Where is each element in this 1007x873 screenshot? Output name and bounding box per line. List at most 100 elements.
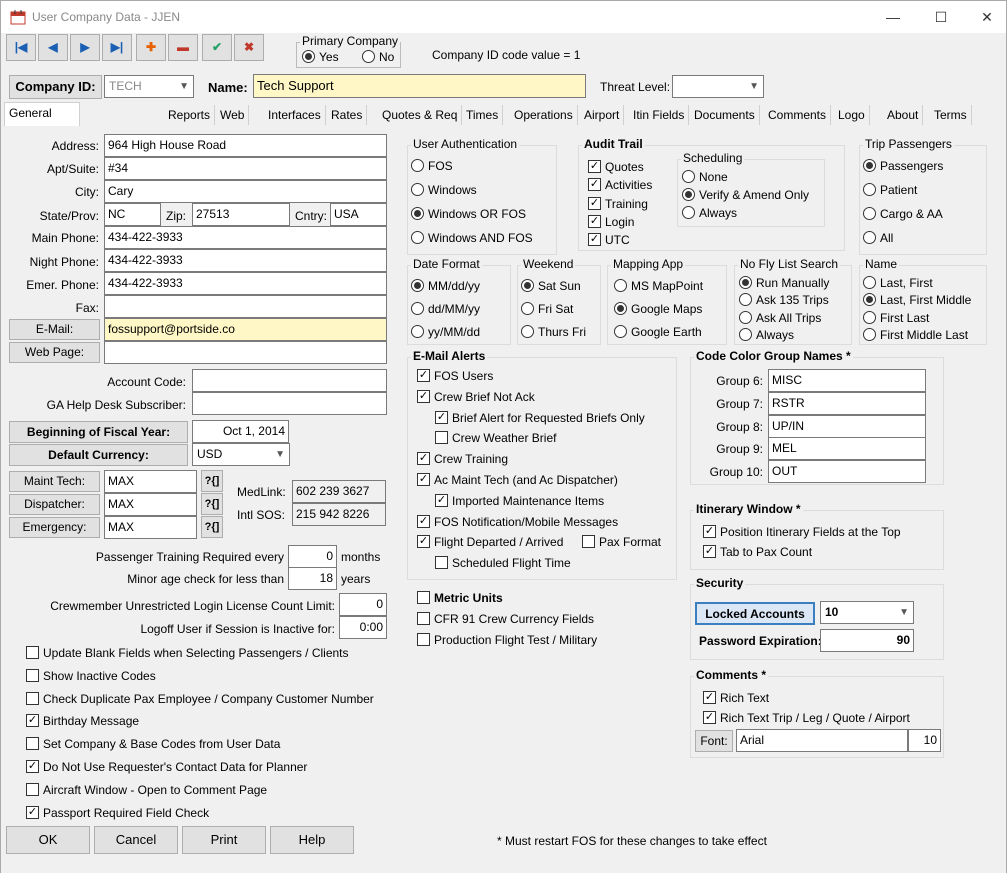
date-format-radio-dd-mm-yy[interactable]: dd/MM/yy <box>411 301 480 317</box>
tab-general[interactable]: General <box>4 102 80 126</box>
trip-pax-radio-patient[interactable]: Patient <box>863 182 917 198</box>
option-check-duplicate-pax-employee-company-customer-number[interactable]: Check Duplicate Pax Employee / Company C… <box>26 691 374 707</box>
trip-pax-radio-all[interactable]: All <box>863 230 893 246</box>
locked-accounts-select[interactable]: 10 ▼ <box>820 601 914 624</box>
comments-rich-text-trip-leg-quote-airport[interactable]: ✓ Rich Text Trip / Leg / Quote / Airport <box>703 710 910 726</box>
tab-about[interactable]: About <box>883 105 924 125</box>
tab-terms[interactable]: Terms <box>930 105 972 125</box>
next-record-button[interactable]: ▶ <box>70 34 100 61</box>
currency-select[interactable]: USD ▼ <box>192 443 290 466</box>
weekend-radio-fri-sat[interactable]: Fri Sat <box>521 301 573 317</box>
scheduling-radio-always[interactable]: Always <box>682 205 737 221</box>
dispatcher-input[interactable]: MAX <box>104 493 197 516</box>
state-input[interactable]: NC <box>104 203 161 226</box>
maint-tech-button[interactable]: Maint Tech: <box>9 471 100 492</box>
company-id-button[interactable]: Company ID: <box>9 75 102 99</box>
alert-flight-departed-arrived[interactable]: ✓ Flight Departed / Arrived <box>417 534 563 550</box>
option-do-not-use-requester-s-contact-data-for-planner[interactable]: ✓ Do Not Use Requester's Contact Data for… <box>26 759 307 775</box>
alert-crew-training[interactable]: ✓ Crew Training <box>417 451 508 467</box>
alert-pax-format[interactable]: Pax Format <box>582 534 661 550</box>
print-button[interactable]: Print <box>182 826 266 854</box>
date-format-radio-mm-dd-yy[interactable]: MM/dd/yy <box>411 278 480 294</box>
mapping-radio-ms-mappoint[interactable]: MS MapPoint <box>614 278 703 294</box>
option-cfr-91-crew-currency-fields[interactable]: CFR 91 Crew Currency Fields <box>417 611 594 627</box>
font-button[interactable]: Font: <box>695 730 733 752</box>
ok-button[interactable]: OK <box>6 826 90 854</box>
main-phone-input[interactable]: 434-422-3933 <box>104 226 387 249</box>
option-metric-units[interactable]: Metric Units <box>417 590 503 606</box>
password-expiration-input[interactable]: 90 <box>820 629 914 652</box>
address-input[interactable]: 964 High House Road <box>104 134 387 157</box>
name-format-radio-first-last[interactable]: First Last <box>863 310 929 326</box>
delete-record-button[interactable]: ▬ <box>168 34 198 61</box>
web-page-button[interactable]: Web Page: <box>9 342 100 363</box>
prev-record-button[interactable]: ◀ <box>38 34 68 61</box>
color-group-input[interactable]: MEL <box>768 437 926 461</box>
ga-help-desk-input[interactable] <box>192 392 387 415</box>
audit-training[interactable]: ✓ Training <box>588 196 648 212</box>
fiscal-year-input[interactable]: Oct 1, 2014 <box>192 420 289 443</box>
trip-pax-radio-cargo-aa[interactable]: Cargo & AA <box>863 206 943 222</box>
name-format-radio-last-first[interactable]: Last, First <box>863 275 933 291</box>
audit-activities[interactable]: ✓ Activities <box>588 177 652 193</box>
audit-login[interactable]: ✓ Login <box>588 214 634 230</box>
apt-input[interactable]: #34 <box>104 157 387 180</box>
email-input[interactable]: fossupport@portside.co <box>104 318 387 341</box>
license-count-input[interactable]: 0 <box>339 593 387 616</box>
option-passport-required-field-check[interactable]: ✓ Passport Required Field Check <box>26 805 209 821</box>
country-input[interactable]: USA <box>330 203 387 226</box>
cancel-button[interactable]: Cancel <box>94 826 178 854</box>
tab-times[interactable]: Times <box>462 105 504 125</box>
tab-operations[interactable]: Operations <box>510 105 578 125</box>
city-input[interactable]: Cary <box>104 180 387 203</box>
dispatcher-button[interactable]: Dispatcher: <box>9 494 100 515</box>
maint-tech-input[interactable]: MAX <box>104 470 197 493</box>
primary-yes-radio[interactable]: Yes <box>302 49 339 65</box>
dispatcher-lookup-button[interactable]: ?{] <box>201 493 223 515</box>
name-format-radio-first-middle-last[interactable]: First Middle Last <box>863 327 968 343</box>
color-group-input[interactable]: RSTR <box>768 391 926 415</box>
tab-documents[interactable]: Documents <box>690 105 760 125</box>
trip-pax-radio-passengers[interactable]: Passengers <box>863 158 943 174</box>
intl-sos-input[interactable]: 215 942 8226 <box>292 503 386 526</box>
option-show-inactive-codes[interactable]: Show Inactive Codes <box>26 668 156 684</box>
first-record-button[interactable]: |◀ <box>6 34 36 61</box>
audit-utc[interactable]: ✓ UTC <box>588 232 630 248</box>
nofly-radio-ask-all-trips[interactable]: Ask All Trips <box>739 310 821 326</box>
default-currency-button[interactable]: Default Currency: <box>9 444 188 466</box>
alert-crew-weather-brief[interactable]: Crew Weather Brief <box>435 430 556 446</box>
maint-tech-lookup-button[interactable]: ?{] <box>201 470 223 492</box>
close-button[interactable]: ✕ <box>964 5 1007 29</box>
fax-input[interactable] <box>104 295 387 318</box>
option-production-flight-test-military[interactable]: Production Flight Test / Military <box>417 632 597 648</box>
auth-radio-windows[interactable]: Windows <box>411 182 477 198</box>
medlink-input[interactable]: 602 239 3627 <box>292 480 386 503</box>
weekend-radio-sat-sun[interactable]: Sat Sun <box>521 278 581 294</box>
tab-rates[interactable]: Rates <box>327 105 368 125</box>
option-aircraft-window-open-to-comment-page[interactable]: Aircraft Window - Open to Comment Page <box>26 782 267 798</box>
option-update-blank-fields-when-selecting-passengers-clients[interactable]: Update Blank Fields when Selecting Passe… <box>26 645 349 661</box>
alert-fos-notification-mobile-messages[interactable]: ✓ FOS Notification/Mobile Messages <box>417 514 618 530</box>
itinerary-tab-to-pax-count[interactable]: ✓ Tab to Pax Count <box>703 544 812 560</box>
color-group-input[interactable]: OUT <box>768 460 926 484</box>
tab-web[interactable]: Web <box>216 105 250 125</box>
primary-no-radio[interactable]: No <box>362 49 394 65</box>
threat-level-select[interactable]: ▼ <box>672 75 764 98</box>
scheduling-radio-none[interactable]: None <box>682 169 728 185</box>
logoff-input[interactable]: 0:00 <box>339 616 387 639</box>
emergency-button[interactable]: Emergency: <box>9 517 100 538</box>
alert-scheduled-flight-time[interactable]: Scheduled Flight Time <box>435 555 571 571</box>
weekend-radio-thurs-fri[interactable]: Thurs Fri <box>521 324 586 340</box>
auth-radio-fos[interactable]: FOS <box>411 158 453 174</box>
itinerary-position-itinerary-fields-at-the-top[interactable]: ✓ Position Itinerary Fields at the Top <box>703 524 901 540</box>
add-record-button[interactable]: ✚ <box>136 34 166 61</box>
nofly-radio-always[interactable]: Always <box>739 327 794 343</box>
alert-imported-maintenance-items[interactable]: ✓ Imported Maintenance Items <box>435 493 604 509</box>
emer-phone-input[interactable]: 434-422-3933 <box>104 272 387 295</box>
name-format-radio-last-first-middle[interactable]: Last, First Middle <box>863 292 971 308</box>
name-input[interactable]: Tech Support <box>253 74 586 98</box>
color-group-input[interactable]: UP/IN <box>768 414 926 438</box>
maximize-button[interactable]: ☐ <box>918 5 964 29</box>
date-format-radio-yy-mm-dd[interactable]: yy/MM/dd <box>411 324 480 340</box>
locked-accounts-button[interactable]: Locked Accounts <box>695 602 815 625</box>
